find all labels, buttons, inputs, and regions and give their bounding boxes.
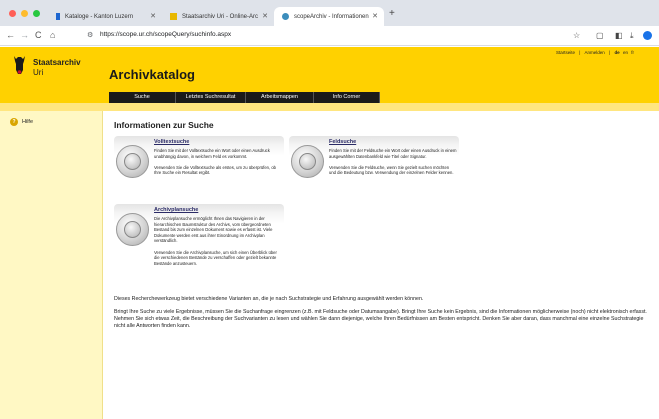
card-usage: Verwenden Sie die Feldsuche, wenn Sie ge… [329, 164, 454, 176]
back-icon[interactable]: ← [6, 30, 15, 41]
card-volltextsuche: Volltextsuche Finden Sie mit der Volltex… [114, 136, 284, 188]
card-desc: Finden Sie mit der Volltextsuche ein Wor… [154, 148, 270, 159]
sidebar: ? Hilfe [0, 111, 103, 419]
site-header: Staatsarchiv Uri Archivkatalog Startseit… [0, 47, 659, 103]
card-archivplansuche: Archivplansuche Die Archivplansuche ermö… [114, 204, 284, 284]
browser-tab-scope[interactable]: scopeArchiv - Informationen ✕ [274, 7, 384, 26]
tab-title: Kataloge - Kanton Luzern [65, 13, 134, 20]
startseite-link[interactable]: Startseite [556, 50, 575, 55]
menu-info-corner[interactable]: Info Corner [314, 92, 380, 103]
window-close-button[interactable] [9, 10, 16, 17]
extensions-icon[interactable]: ▢ [596, 31, 604, 40]
close-icon[interactable]: ✕ [372, 12, 378, 20]
window-minimize-button[interactable] [21, 10, 28, 17]
lang-de-link[interactable]: de [614, 50, 619, 55]
archivplansuche-icon[interactable] [116, 213, 149, 246]
top-links: Startseite | Anmelden | de en fr [556, 50, 634, 55]
browser-toolbar: ← → C ⌂ ⚙ https://scope.ur.ch/scopeQuery… [0, 26, 659, 46]
card-desc: Finden Sie mit der Feldsuche ein Wort od… [329, 148, 457, 159]
luzern-icon [56, 13, 60, 20]
card-text: Finden Sie mit der Volltextsuche ein Wor… [154, 148, 282, 182]
profile-avatar[interactable] [643, 31, 652, 40]
uri-icon [170, 13, 177, 20]
main-menu: Suche Letztes Suchresultat Arbeitsmappen… [109, 92, 380, 103]
home-icon[interactable]: ⌂ [50, 30, 55, 41]
intro-text-2: Bringt Ihre Suche zu viele Ergebnisse, m… [114, 309, 647, 329]
card-desc: Die Archivplansuche ermöglicht Ihnen das… [154, 216, 273, 244]
uri-bull-logo-icon[interactable] [12, 53, 27, 75]
separator: | [609, 50, 611, 55]
menu-arbeitsmappen[interactable]: Arbeitsmappen [246, 92, 314, 103]
brand-name[interactable]: Staatsarchiv [33, 58, 81, 67]
menu-letztes-suchresultat[interactable]: Letztes Suchresultat [176, 92, 246, 103]
lang-fr-link[interactable]: fr [631, 50, 634, 55]
card-feldsuche: Feldsuche Finden Sie mit der Feldsuche e… [289, 136, 459, 188]
brand-subname[interactable]: Uri [33, 68, 43, 77]
site-info-icon[interactable]: ⚙ [87, 31, 93, 39]
lang-en-link[interactable]: en [623, 50, 628, 55]
help-link[interactable]: ? Hilfe [10, 118, 33, 126]
url-text: https://scope.ur.ch/scopeQuery/suchinfo.… [100, 31, 232, 38]
card-text: Finden Sie mit der Feldsuche ein Wort od… [329, 148, 457, 182]
new-tab-icon[interactable]: + [389, 9, 395, 19]
intro-paragraph: Dieses Recherchewerkzeug bietet verschie… [114, 296, 654, 336]
card-usage: Verwenden Sie die Archivplansuche, um si… [154, 249, 277, 266]
sidepanel-icon[interactable]: ◧ [615, 31, 623, 40]
help-icon: ? [10, 118, 18, 126]
bookmark-star-icon[interactable]: ☆ [573, 31, 580, 40]
reload-icon[interactable]: C [35, 30, 42, 41]
volltextsuche-icon[interactable] [116, 145, 149, 178]
help-label: Hilfe [22, 119, 34, 125]
section-heading: Informationen zur Suche [114, 120, 214, 130]
browser-tab-bar: Kataloge - Kanton Luzern ✕ Staatsarchiv … [0, 0, 659, 26]
separator: | [579, 50, 581, 55]
scope-icon [282, 13, 289, 20]
page-title: Archivkatalog [109, 67, 195, 82]
header-divider [0, 103, 659, 111]
tab-title: scopeArchiv - Informationen [294, 13, 369, 20]
archivplansuche-link[interactable]: Archivplansuche [154, 207, 198, 213]
close-icon[interactable]: ✕ [262, 12, 268, 20]
browser-tab-luzern[interactable]: Kataloge - Kanton Luzern ✕ [48, 7, 162, 26]
download-icon[interactable]: ⤓ [630, 31, 634, 40]
window-maximize-button[interactable] [33, 10, 40, 17]
card-usage: Verwenden Sie die Volltextsuche als erst… [154, 164, 276, 176]
address-bar[interactable]: ⚙ https://scope.ur.ch/scopeQuery/suchinf… [80, 29, 580, 43]
tab-title: Staatsarchiv Uri - Online-Arc [182, 13, 259, 20]
volltextsuche-link[interactable]: Volltextsuche [154, 139, 189, 145]
intro-text-1: Dieses Recherchewerkzeug bietet verschie… [114, 296, 424, 302]
menu-suche[interactable]: Suche [109, 92, 176, 103]
browser-tab-uri[interactable]: Staatsarchiv Uri - Online-Arc ✕ [162, 7, 274, 26]
login-link[interactable]: Anmelden [584, 50, 604, 55]
feldsuche-icon[interactable] [291, 145, 324, 178]
feldsuche-link[interactable]: Feldsuche [329, 139, 356, 145]
forward-icon[interactable]: → [20, 30, 29, 41]
close-icon[interactable]: ✕ [150, 12, 156, 20]
card-text: Die Archivplansuche ermöglicht Ihnen das… [154, 216, 282, 272]
